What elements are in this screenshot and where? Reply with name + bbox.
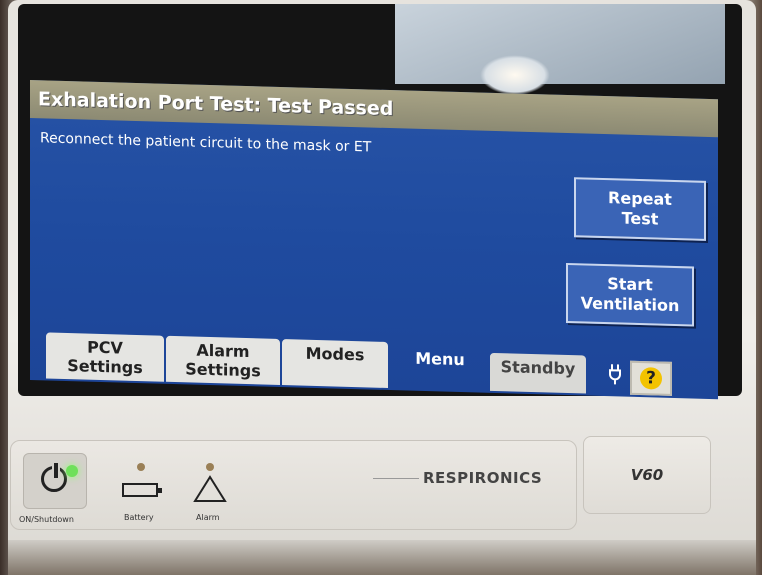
screen-glare <box>395 4 725 84</box>
power-icon <box>41 461 67 492</box>
instruction-message: Reconnect the patient circuit to the mas… <box>40 130 372 156</box>
power-label: ON/Shutdown <box>19 515 74 524</box>
plug-icon <box>606 362 626 387</box>
alarm-icon <box>193 475 227 502</box>
tab-menu[interactable]: Menu <box>392 342 488 391</box>
brand-logo: RESPIRONICS <box>423 469 543 487</box>
tab-pcv-label-2: Settings <box>67 356 143 378</box>
device-base <box>8 540 756 575</box>
power-button[interactable] <box>23 453 87 509</box>
battery-led <box>137 463 145 471</box>
battery-label: Battery <box>124 513 154 522</box>
battery-icon <box>122 483 162 497</box>
start-ventilation-button[interactable]: Start Ventilation <box>566 262 694 327</box>
help-icon: ? <box>640 367 662 390</box>
control-panel: ON/Shutdown Battery Alarm RESPIRONICS <box>10 440 577 530</box>
tab-pcv-settings[interactable]: PCV Settings <box>46 332 164 382</box>
help-button[interactable]: ? <box>630 360 672 396</box>
power-led <box>66 465 78 477</box>
tab-menu-label: Menu <box>415 348 465 370</box>
start-ventilation-label-2: Ventilation <box>580 293 680 316</box>
tab-modes-label: Modes <box>305 343 365 365</box>
repeat-test-button[interactable]: Repeat Test <box>574 177 706 241</box>
brand-line <box>373 478 419 479</box>
alarm-led <box>206 463 214 471</box>
glare-spot <box>480 55 550 95</box>
standby-button[interactable]: Standby <box>490 352 586 394</box>
ventilator-screen: Exhalation Port Test: Test Passed Reconn… <box>30 80 718 400</box>
alarm-label: Alarm <box>196 513 220 522</box>
tab-alarm-settings[interactable]: Alarm Settings <box>166 335 280 385</box>
model-label: V60 <box>630 466 664 484</box>
tab-modes[interactable]: Modes <box>282 339 388 388</box>
model-badge: V60 <box>583 436 711 514</box>
tab-alarm-label-2: Settings <box>185 359 261 381</box>
repeat-test-label-2: Test <box>621 208 659 229</box>
standby-label: Standby <box>500 357 576 379</box>
